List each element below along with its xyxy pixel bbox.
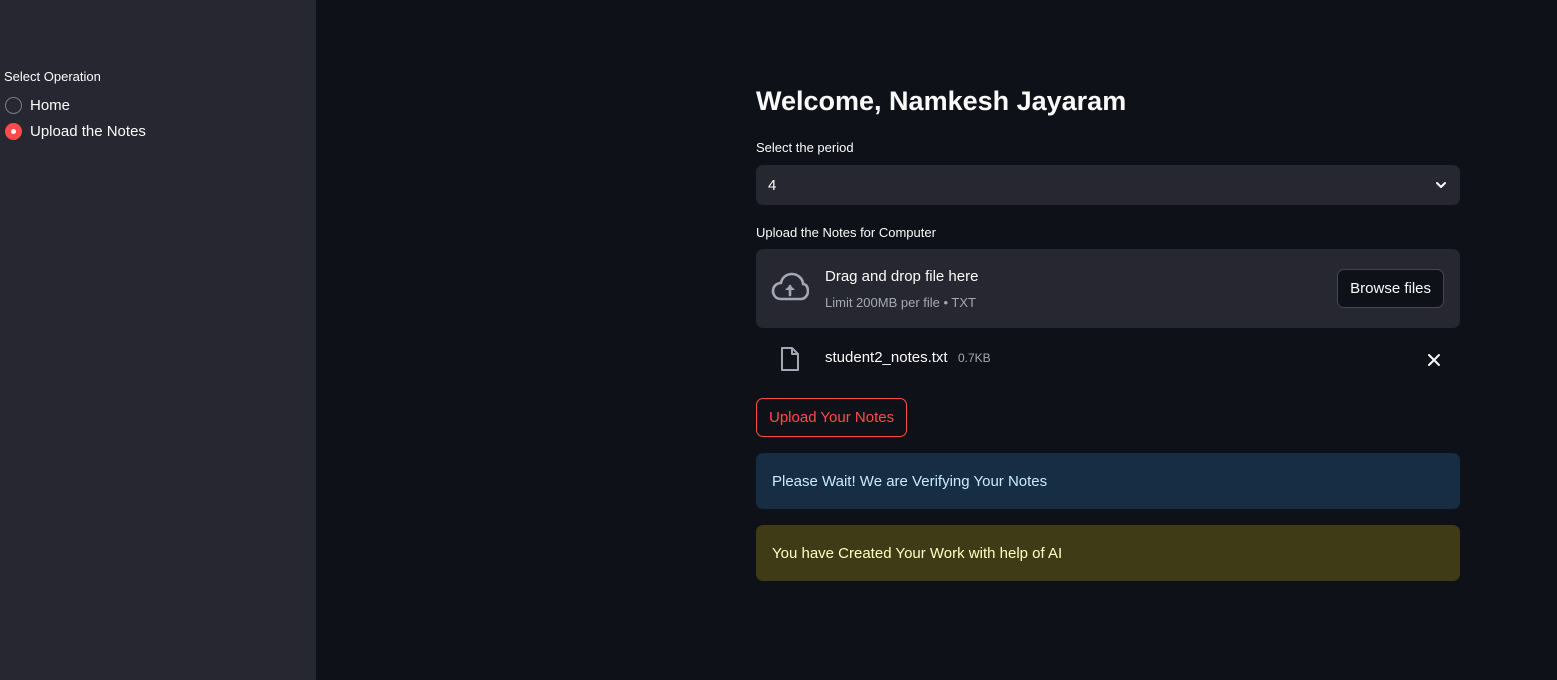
info-alert: Please Wait! We are Verifying Your Notes bbox=[756, 453, 1460, 509]
period-label: Select the period bbox=[756, 140, 854, 155]
period-select[interactable]: 4 bbox=[756, 165, 1460, 205]
radio-group-label: Select Operation bbox=[4, 69, 101, 84]
file-icon bbox=[781, 347, 799, 371]
dropzone-title: Drag and drop file here bbox=[825, 268, 979, 285]
file-name: student2_notes.txt bbox=[825, 349, 948, 366]
radio-circle-selected[interactable] bbox=[5, 123, 22, 140]
radio-option-upload-notes[interactable]: Upload the Notes bbox=[5, 123, 146, 140]
period-select-value: 4 bbox=[768, 176, 777, 194]
browse-files-button[interactable]: Browse files bbox=[1337, 269, 1444, 308]
file-size: 0.7KB bbox=[958, 351, 991, 365]
close-icon[interactable] bbox=[1424, 350, 1444, 370]
chevron-down-icon bbox=[1436, 182, 1446, 188]
warning-alert: You have Created Your Work with help of … bbox=[756, 525, 1460, 581]
cloud-upload-icon bbox=[771, 272, 809, 301]
sidebar: Select Operation Home Upload the Notes bbox=[0, 0, 316, 680]
page-title: Welcome, Namkesh Jayaram bbox=[756, 86, 1127, 116]
uploaded-file-row: student2_notes.txt 0.7KB bbox=[756, 340, 1460, 378]
radio-option-home[interactable]: Home bbox=[5, 97, 70, 114]
upload-notes-button[interactable]: Upload Your Notes bbox=[756, 398, 908, 437]
file-dropzone[interactable]: Drag and drop file here Limit 200MB per … bbox=[756, 249, 1460, 328]
dropzone-limit: Limit 200MB per file • TXT bbox=[825, 295, 976, 310]
radio-option-label: Upload the Notes bbox=[30, 123, 146, 140]
radio-circle[interactable] bbox=[5, 97, 22, 114]
upload-label: Upload the Notes for Computer bbox=[756, 225, 936, 240]
radio-option-label: Home bbox=[30, 97, 71, 114]
